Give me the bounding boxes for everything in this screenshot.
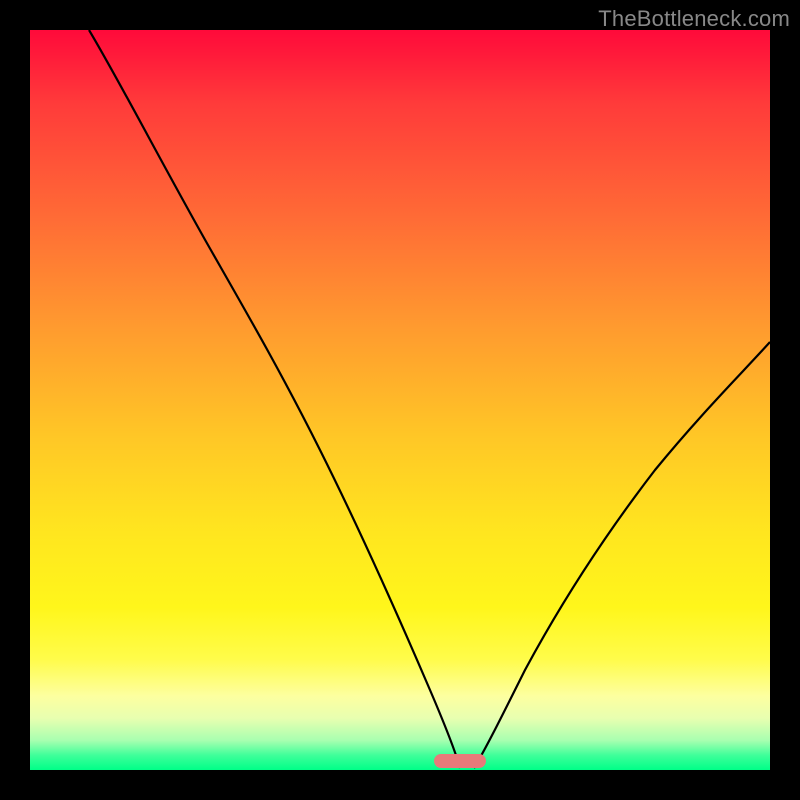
right-curve (474, 342, 770, 768)
plot-area (30, 30, 770, 770)
bottleneck-curves (30, 30, 770, 770)
optimal-marker (434, 754, 486, 768)
watermark-text: TheBottleneck.com (598, 6, 790, 32)
left-curve (89, 30, 460, 768)
